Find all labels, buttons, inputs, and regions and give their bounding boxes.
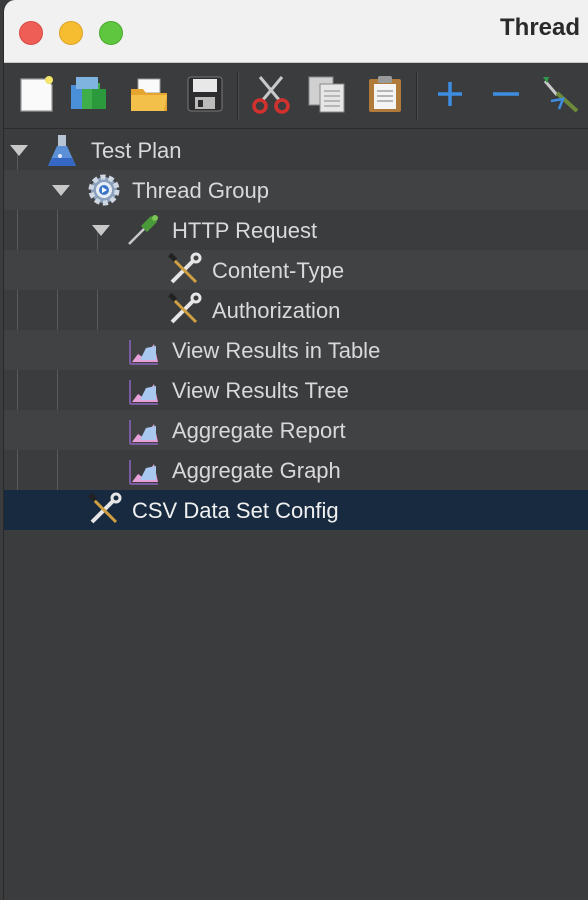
sampler-pipette-icon — [128, 215, 158, 245]
tree-item-thread-group[interactable]: Thread Group — [4, 170, 588, 210]
title-bar: Thread — [4, 0, 588, 63]
toggle-button[interactable] — [537, 73, 579, 115]
tree-item-aggregate-report[interactable]: Aggregate Report — [4, 410, 588, 450]
config-tools-icon — [168, 252, 202, 284]
templates-icon — [71, 77, 106, 109]
tree-item-label: Aggregate Report — [172, 418, 346, 443]
open-button[interactable] — [128, 73, 170, 115]
tree-item-http-request[interactable]: HTTP Request — [4, 210, 588, 250]
tree-item-view-results-tree[interactable]: View Results Tree — [4, 370, 588, 410]
collapse-toggle-icon[interactable] — [52, 185, 70, 196]
tree-item-label: View Results in Table — [172, 338, 381, 363]
thread-group-gear-icon — [88, 174, 120, 206]
collapse-all-icon — [493, 92, 519, 96]
paste-icon — [369, 76, 401, 112]
toolbar-separator — [416, 71, 418, 121]
tree-item-aggregate-graph[interactable]: Aggregate Graph — [4, 450, 588, 490]
collapse-all-button[interactable] — [485, 73, 527, 115]
expand-all-icon — [438, 82, 462, 106]
tree-item-label: Authorization — [212, 298, 341, 323]
tree-item-test-plan[interactable]: Test Plan — [4, 130, 588, 170]
listener-chart-icon — [129, 420, 158, 445]
cut-button[interactable] — [250, 73, 292, 115]
tree-item-label: Test Plan — [91, 138, 182, 163]
tree-item-view-results-in-table[interactable]: View Results in Table — [4, 330, 588, 370]
save-icon — [187, 76, 223, 112]
collapse-toggle-icon[interactable] — [10, 145, 28, 156]
listener-chart-icon — [129, 460, 158, 485]
tree-item-label: View Results Tree — [172, 378, 349, 403]
copy-button[interactable] — [306, 73, 348, 115]
listener-chart-icon — [129, 340, 158, 365]
zoom-window-button[interactable] — [99, 21, 123, 45]
minimize-window-button[interactable] — [59, 21, 83, 45]
templates-button[interactable] — [68, 73, 110, 115]
tree-item-label: CSV Data Set Config — [132, 498, 339, 523]
app-window: Thread Test Plan Thread Group HTTP Reque… — [3, 0, 588, 900]
collapse-toggle-icon[interactable] — [92, 225, 110, 236]
new-button[interactable] — [16, 73, 58, 115]
tree-item-label: HTTP Request — [172, 218, 318, 243]
toolbar-separator — [237, 71, 239, 121]
test-plan-tree[interactable]: Test Plan Thread Group HTTP Request Cont… — [4, 130, 588, 530]
listener-chart-icon — [129, 380, 158, 405]
tree-item-content-type[interactable]: Content-Type — [4, 250, 588, 290]
test-plan-icon — [48, 135, 76, 166]
copy-icon — [308, 76, 345, 113]
tree-item-label: Thread Group — [132, 178, 269, 203]
tree-item-authorization[interactable]: Authorization — [4, 290, 588, 330]
new-icon — [20, 76, 53, 112]
toggle-icon — [543, 77, 579, 113]
tree-item-label: Aggregate Graph — [172, 458, 341, 483]
tree-item-csv-data-set-config[interactable]: CSV Data Set Config — [4, 490, 588, 530]
window-title: Thread — [500, 14, 581, 41]
save-button[interactable] — [184, 73, 226, 115]
config-tools-icon — [88, 492, 122, 524]
close-window-button[interactable] — [19, 21, 43, 45]
cut-icon — [252, 76, 290, 114]
tree-item-label: Content-Type — [212, 258, 345, 283]
expand-all-button[interactable] — [429, 73, 471, 115]
config-tools-icon — [168, 292, 202, 324]
open-icon — [131, 78, 167, 111]
paste-button[interactable] — [364, 73, 406, 115]
toolbar — [4, 63, 588, 129]
